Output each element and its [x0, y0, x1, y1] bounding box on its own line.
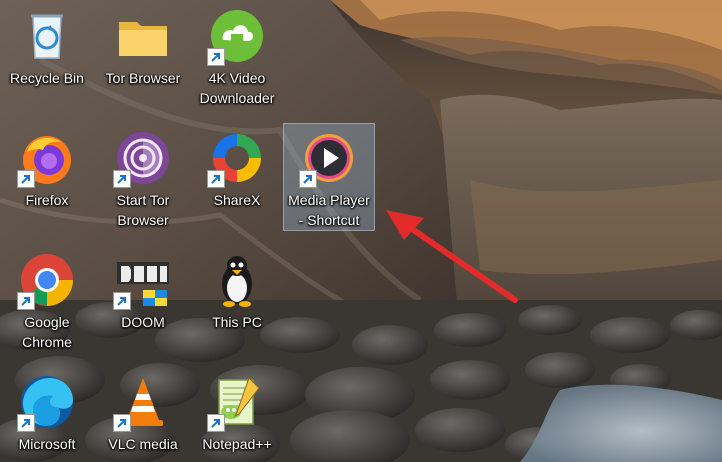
shortcut-arrow-icon [17, 414, 35, 432]
edge-icon [17, 374, 75, 432]
shortcut-arrow-icon [17, 170, 35, 188]
tux-penguin-icon [209, 252, 265, 308]
desktop-icon-label: This PC [212, 314, 262, 330]
doom-icon [113, 252, 171, 310]
shortcut-arrow-icon [113, 170, 131, 188]
desktop-icon-label: Google Chrome [22, 314, 72, 350]
desktop-icon-label: 4K Video Downloader [199, 70, 275, 106]
desktop-icon-microsoft-edge[interactable]: Microsoft [2, 368, 92, 454]
vlc-icon [113, 374, 171, 432]
desktop-icon-4k-video-downloader[interactable]: 4K Video Downloader [192, 2, 282, 108]
desktop-icon-vlc-media-player[interactable]: VLC media [98, 368, 188, 454]
desktop-icon-label: Tor Browser [105, 70, 181, 86]
tor-browser-icon [113, 130, 171, 188]
media-player-icon [299, 130, 357, 188]
desktop-icon-notepad-plus-plus[interactable]: Notepad++ [192, 368, 282, 454]
desktop-icon-label: DOOM [121, 314, 165, 330]
desktop-icon-media-player-shortcut[interactable]: Media Player - Shortcut [283, 123, 375, 231]
desktop-icon-label: Start Tor Browser [116, 192, 170, 228]
firefox-icon [17, 130, 75, 188]
desktop-icon-tor-browser-folder[interactable]: Tor Browser [98, 2, 188, 88]
desktop-icon-label: Firefox [25, 192, 69, 208]
shortcut-arrow-icon [113, 292, 131, 310]
shortcut-arrow-icon [207, 48, 225, 66]
desktop-icon-firefox[interactable]: Firefox [2, 124, 92, 210]
folder-icon [115, 8, 171, 64]
chrome-icon [17, 252, 75, 310]
recycle-bin-icon [19, 8, 75, 64]
desktop-icon-label: ShareX [213, 192, 261, 208]
shortcut-arrow-icon [207, 170, 225, 188]
4k-video-downloader-icon [207, 8, 265, 66]
desktop-icon-google-chrome[interactable]: Google Chrome [2, 246, 92, 352]
desktop-icon-label: VLC media [108, 436, 178, 452]
desktop-icon-recycle-bin[interactable]: Recycle Bin [2, 2, 92, 88]
sharex-icon [207, 130, 265, 188]
notepad-plus-plus-icon [207, 374, 265, 432]
shortcut-arrow-icon [207, 414, 225, 432]
desktop-icon-label: Notepad++ [202, 436, 272, 452]
desktop-icon-label: Media Player - Shortcut [288, 192, 370, 228]
desktop-icon-sharex[interactable]: ShareX [192, 124, 282, 210]
desktop-icon-this-pc[interactable]: This PC [192, 246, 282, 332]
desktop-icon-label: Microsoft [18, 436, 76, 452]
shortcut-arrow-icon [299, 170, 317, 188]
desktop-icon-label: Recycle Bin [10, 70, 84, 86]
desktop-icon-start-tor-browser[interactable]: Start Tor Browser [98, 124, 188, 230]
shortcut-arrow-icon [113, 414, 131, 432]
desktop-icon-doom[interactable]: DOOM [98, 246, 188, 332]
shortcut-arrow-icon [17, 292, 35, 310]
